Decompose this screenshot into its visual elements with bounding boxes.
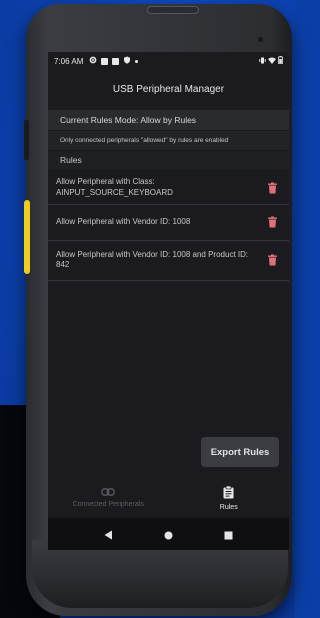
trash-icon[interactable] bbox=[268, 216, 277, 228]
back-icon[interactable] bbox=[104, 525, 113, 544]
status-bar: 7:06 AM bbox=[48, 52, 289, 70]
rule-text: Allow Peripheral with Vendor ID: 1008 an… bbox=[56, 249, 249, 270]
trash-icon[interactable] bbox=[268, 254, 277, 266]
rules-mode-row[interactable]: Current Rules Mode: Allow by Rules bbox=[48, 110, 289, 130]
battery-icon bbox=[278, 56, 283, 66]
list-item[interactable]: Allow Peripheral with Vendor ID: 1008 bbox=[48, 205, 289, 241]
home-icon[interactable] bbox=[164, 525, 173, 544]
rules-section-header: Rules bbox=[48, 151, 289, 169]
side-button bbox=[24, 120, 29, 160]
export-rules-label: Export Rules bbox=[210, 446, 270, 458]
status-icons bbox=[89, 56, 139, 66]
rule-list: Allow Peripheral with Class: AINPUT_SOUR… bbox=[48, 171, 289, 281]
shield-icon bbox=[123, 56, 131, 66]
list-item[interactable]: Allow Peripheral with Class: AINPUT_SOUR… bbox=[48, 171, 289, 205]
link-icon bbox=[101, 488, 116, 501]
rules-header-label: Rules bbox=[60, 155, 82, 165]
screen: 7:06 AM USB Peripheral Manager Current R… bbox=[48, 52, 289, 550]
rule-text: Allow Peripheral with Vendor ID: 1008 bbox=[56, 217, 191, 226]
rules-mode-label: Current Rules Mode: Allow by Rules bbox=[60, 115, 197, 125]
system-navigation-bar bbox=[48, 518, 289, 550]
front-camera bbox=[258, 37, 263, 42]
status-time: 7:06 AM bbox=[54, 56, 84, 66]
rules-mode-note-text: Only connected peripherals "allowed" by … bbox=[60, 137, 229, 144]
scan-trigger-button bbox=[24, 200, 30, 274]
square-icon bbox=[112, 57, 120, 65]
device-chin bbox=[32, 540, 288, 608]
vibrate-icon bbox=[259, 57, 266, 66]
gear-icon bbox=[89, 56, 97, 66]
wifi-icon bbox=[268, 57, 276, 66]
earpiece-speaker bbox=[147, 6, 199, 14]
nav-connected-peripherals[interactable]: Connected Peripherals bbox=[48, 480, 169, 516]
app-title: USB Peripheral Manager bbox=[112, 83, 225, 95]
rule-text: Allow Peripheral with Class: AINPUT_SOUR… bbox=[56, 177, 173, 197]
nav-rules[interactable]: Rules bbox=[169, 480, 290, 516]
recents-icon[interactable] bbox=[224, 525, 233, 544]
list-item[interactable]: Allow Peripheral with Vendor ID: 1008 an… bbox=[48, 241, 289, 281]
rules-mode-note: Only connected peripherals "allowed" by … bbox=[48, 131, 289, 150]
notification-icon bbox=[101, 57, 109, 65]
nav-connected-peripherals-label: Connected Peripherals bbox=[72, 501, 144, 508]
clipboard-icon bbox=[223, 485, 234, 504]
nav-rules-label: Rules bbox=[219, 503, 238, 511]
trash-icon[interactable] bbox=[268, 182, 277, 193]
app-bar: USB Peripheral Manager bbox=[48, 78, 289, 100]
bottom-navigation: Connected Peripherals Rules bbox=[48, 480, 289, 516]
status-right bbox=[259, 56, 283, 66]
export-rules-button[interactable]: Export Rules bbox=[201, 437, 279, 467]
dot-icon bbox=[135, 59, 139, 63]
